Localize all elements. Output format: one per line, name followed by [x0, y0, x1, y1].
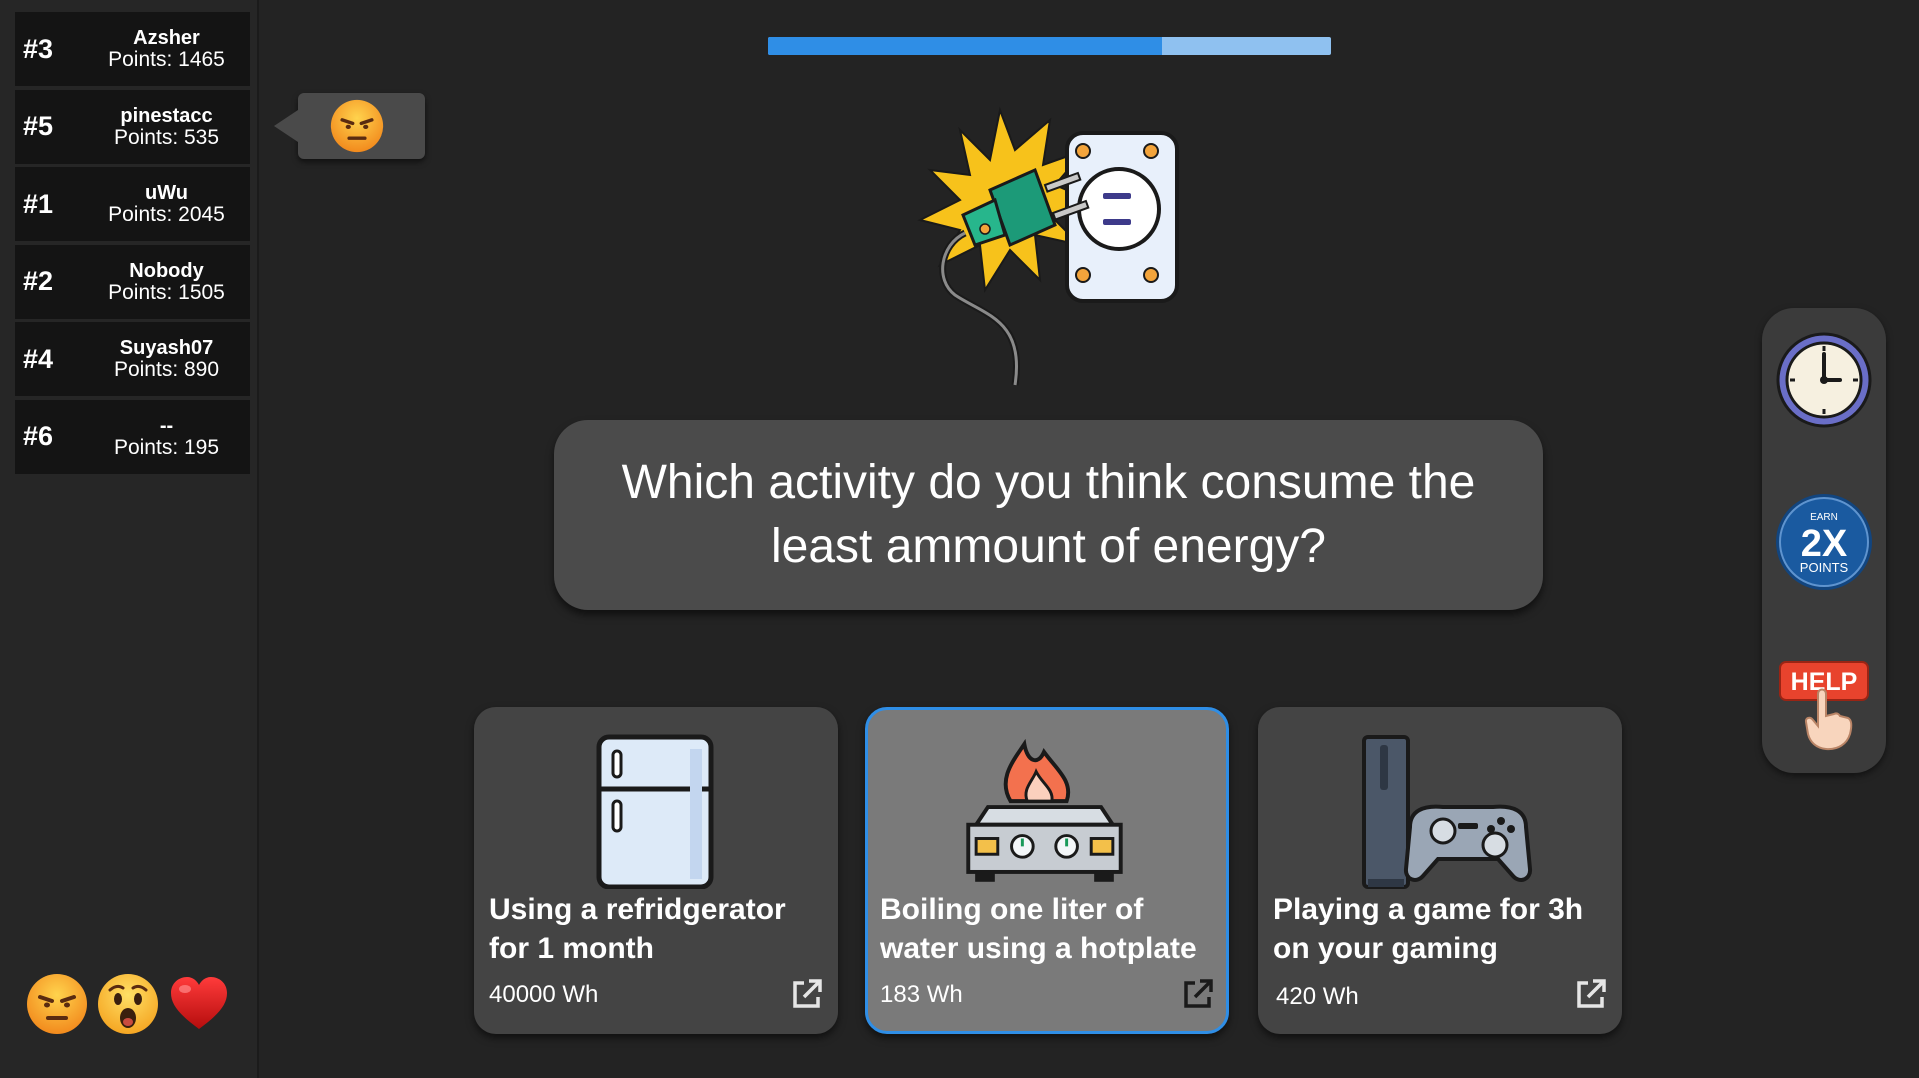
player-points: Points: 1465 — [108, 48, 225, 71]
leaderboard-row: #5 pinestacc Points: 535 — [15, 89, 250, 164]
leaderboard-row: #3 Azsher Points: 1465 — [15, 12, 250, 86]
help-hand-icon: HELP — [1779, 661, 1869, 751]
answer-card-refrigerator[interactable]: Using a refridgerator for 1 month 40000 … — [474, 707, 838, 1034]
external-link-icon[interactable] — [1181, 977, 1215, 1011]
answer-value: 40000 Wh — [489, 981, 599, 1008]
player-rank: #3 — [23, 33, 54, 64]
plug-socket-icon — [917, 106, 1179, 386]
surprised-reaction-button[interactable] — [97, 973, 159, 1035]
answer-title: Playing a game for 3h on your gaming — [1273, 893, 1584, 965]
refrigerator-icon — [596, 734, 714, 889]
answer-value: 183 Wh — [880, 981, 963, 1008]
sidebar: #3 Azsher Points: 1465 #5 pinestacc Poin… — [0, 0, 259, 1078]
player-rank: #4 — [23, 343, 54, 374]
console-gamepad-icon — [1362, 735, 1533, 889]
player-points: Points: 890 — [113, 358, 220, 381]
double-points-badge-icon: EARN 2X POINTS — [1776, 494, 1872, 590]
leaderboard-row: #1 uWu Points: 2045 — [15, 167, 250, 241]
player-points: Points: 195 — [113, 435, 220, 459]
answer-card-gaming[interactable]: Playing a game for 3h on your gaming 420… — [1258, 707, 1622, 1034]
external-link-icon[interactable] — [790, 977, 824, 1011]
leaderboard-row: #6 -- Points: 195 — [15, 399, 250, 474]
player-points: Points: 535 — [113, 125, 220, 149]
answer-title: Using a refridgerator for 1 month — [489, 893, 786, 965]
angry-face-icon — [27, 974, 87, 1034]
player-rank: #5 — [23, 111, 54, 141]
badge-big-text: 2X — [1801, 523, 1848, 565]
answer-card-hotplate[interactable]: Boiling one liter of water using a hotpl… — [865, 707, 1229, 1034]
player-name: Suyash07 — [119, 337, 214, 359]
double-points-button[interactable]: EARN 2X POINTS — [1774, 492, 1874, 592]
external-link-icon[interactable] — [1574, 977, 1608, 1011]
player-name: uWu — [145, 182, 188, 204]
clock-icon — [1776, 332, 1872, 428]
question-box: Which activity do you think consume the … — [554, 420, 1543, 610]
answer-title: Boiling one liter of water using a hotpl… — [880, 893, 1197, 965]
heart-icon — [171, 977, 227, 1029]
player-points: Points: 2045 — [108, 203, 225, 226]
leaderboard: #3 Azsher Points: 1465 #5 pinestacc Poin… — [15, 12, 250, 477]
player-rank: #2 — [23, 266, 54, 296]
answer-value: 420 Wh — [1276, 983, 1359, 1010]
progress-fill — [768, 37, 1163, 55]
player-points: Points: 1505 — [108, 280, 225, 304]
heart-reaction-button[interactable] — [168, 973, 230, 1035]
player-name: Nobody — [129, 259, 204, 282]
hotplate-fire-icon — [966, 738, 1123, 882]
surprised-face-icon — [98, 974, 158, 1034]
badge-top-text: EARN — [1810, 512, 1838, 523]
angry-face-icon — [330, 99, 384, 153]
leaderboard-row: #2 Nobody Points: 1505 — [15, 244, 250, 319]
player-name: Azsher — [133, 27, 200, 49]
player-rank: #6 — [23, 421, 54, 451]
powerup-panel: EARN 2X POINTS HELP — [1762, 308, 1886, 773]
extra-time-button[interactable] — [1774, 330, 1874, 430]
badge-bottom-text: POINTS — [1800, 560, 1849, 575]
reaction-bubble — [274, 93, 425, 159]
leaderboard-row: #4 Suyash07 Points: 890 — [15, 322, 250, 396]
player-rank: #1 — [23, 188, 54, 219]
player-name: pinestacc — [120, 104, 213, 127]
progress-bar — [768, 37, 1331, 55]
help-button[interactable]: HELP — [1774, 654, 1874, 754]
angry-reaction-button[interactable] — [26, 973, 88, 1035]
player-name: -- — [159, 414, 174, 437]
question-text: Which activity do you think consume the … — [621, 456, 1476, 573]
